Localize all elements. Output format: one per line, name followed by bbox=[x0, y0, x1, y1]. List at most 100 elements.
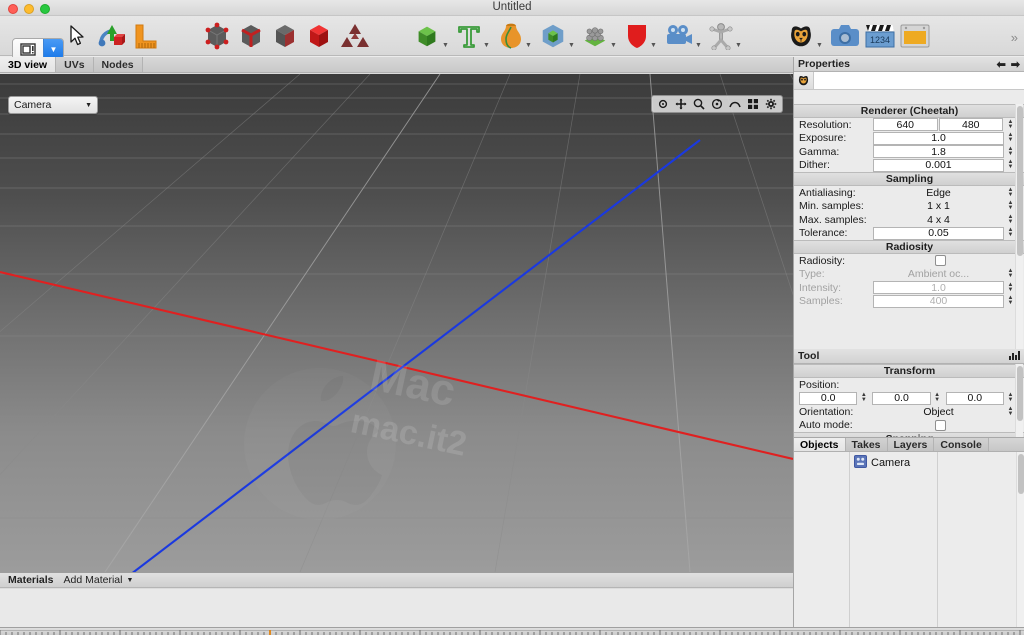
list-item[interactable]: Camera bbox=[850, 452, 937, 471]
tab-takes[interactable]: Takes bbox=[845, 438, 888, 451]
value-field[interactable]: 640 bbox=[873, 118, 938, 132]
value-field[interactable]: 1.0 bbox=[873, 281, 1004, 295]
value-field[interactable]: 480 bbox=[938, 118, 1003, 132]
add-particles[interactable]: ▼ bbox=[580, 20, 618, 52]
subdivide-tool[interactable] bbox=[338, 20, 372, 52]
tab-uvs[interactable]: UVs bbox=[56, 57, 94, 72]
stepper-control[interactable]: ▲ ▼ bbox=[1006, 159, 1015, 172]
object-mode[interactable] bbox=[302, 20, 336, 52]
orbit-icon[interactable] bbox=[655, 96, 671, 112]
render-still[interactable] bbox=[828, 20, 862, 52]
chevron-down-icon[interactable]: ▼ bbox=[85, 102, 92, 109]
value-field[interactable]: 0.05 bbox=[873, 226, 1004, 240]
add-shield[interactable]: ▼ bbox=[622, 20, 660, 52]
popup-value[interactable]: Object bbox=[873, 405, 1004, 418]
text-t-icon bbox=[458, 26, 480, 48]
chevron-down-icon[interactable]: ▼ bbox=[483, 42, 490, 49]
stepper-control[interactable]: ▲ ▼ bbox=[1006, 281, 1015, 294]
nav-back-icon[interactable]: ⬅ bbox=[997, 58, 1006, 71]
chevron-down-icon[interactable]: ▼ bbox=[695, 42, 702, 49]
popup-value[interactable]: Edge bbox=[873, 186, 1004, 199]
popup-stepper-icon[interactable]: ▲ ▼ bbox=[1006, 200, 1015, 213]
popup-value[interactable]: 1 x 1 bbox=[873, 200, 1004, 213]
properties-scroll-thumb[interactable] bbox=[1017, 106, 1023, 256]
value-field[interactable]: 0.001 bbox=[873, 158, 1004, 172]
camera-select[interactable]: Camera ▼ bbox=[8, 96, 98, 114]
chevron-down-icon[interactable]: ▼ bbox=[442, 42, 449, 49]
measure-tool[interactable] bbox=[128, 20, 164, 52]
tool-scrollbar[interactable] bbox=[1015, 364, 1023, 437]
checkbox[interactable] bbox=[934, 419, 946, 431]
tool-bars-icon[interactable] bbox=[1009, 350, 1021, 363]
objects-scroll-thumb[interactable] bbox=[1018, 454, 1024, 494]
nav-forward-icon[interactable]: ➡ bbox=[1011, 58, 1020, 71]
arc-icon[interactable] bbox=[727, 96, 743, 112]
pan-icon[interactable] bbox=[673, 96, 689, 112]
window-icon[interactable] bbox=[13, 39, 43, 59]
add-primitive[interactable]: ▼ bbox=[412, 20, 450, 52]
polygon-mode[interactable] bbox=[268, 20, 302, 52]
tab-3d-view[interactable]: 3D view bbox=[0, 57, 57, 72]
zoom-icon[interactable] bbox=[691, 96, 707, 112]
chevron-down-icon[interactable]: ▼ bbox=[650, 42, 657, 49]
tab-nodes[interactable]: Nodes bbox=[93, 57, 143, 72]
toolbar-overflow-button[interactable]: » bbox=[1011, 30, 1018, 45]
add-camera[interactable]: ▼ bbox=[664, 20, 702, 52]
properties-object-row[interactable] bbox=[794, 72, 1024, 90]
value-field[interactable]: 400 bbox=[873, 294, 1004, 308]
grid-icon[interactable] bbox=[745, 96, 761, 112]
stepper-control[interactable]: ▲ ▼ bbox=[1006, 295, 1015, 308]
rotate-icon[interactable] bbox=[709, 96, 725, 112]
vertex-mode[interactable] bbox=[200, 20, 234, 52]
stepper-control[interactable]: ▲ ▼ bbox=[859, 392, 868, 405]
render-window[interactable] bbox=[898, 20, 932, 52]
value-field[interactable]: 0.0 bbox=[799, 391, 858, 405]
chevron-down-icon[interactable]: ▼ bbox=[735, 42, 742, 49]
chevron-down-icon[interactable]: ▼ bbox=[525, 42, 532, 49]
add-lathe[interactable]: ▼ bbox=[496, 20, 534, 52]
gear-icon[interactable] bbox=[763, 96, 779, 112]
value-field[interactable]: 1.8 bbox=[873, 145, 1004, 159]
render-animation[interactable]: 1234 bbox=[862, 20, 898, 52]
add-text[interactable]: ▼ bbox=[454, 20, 492, 52]
window-titlebar: Untitled bbox=[0, 0, 1024, 16]
add-rig[interactable]: ▼ bbox=[706, 20, 744, 52]
timeline-ruler[interactable] bbox=[0, 627, 1024, 635]
stepper-control[interactable]: ▲ ▼ bbox=[1006, 145, 1015, 158]
objects-browser[interactable]: Camera bbox=[794, 452, 1024, 635]
render-cheetah[interactable]: ▼ bbox=[786, 20, 824, 52]
popup-stepper-icon[interactable]: ▲ ▼ bbox=[1006, 405, 1015, 418]
popup-value[interactable]: 4 x 4 bbox=[873, 213, 1004, 226]
value-field[interactable]: 0.0 bbox=[872, 391, 931, 405]
add-material-button[interactable]: Add Material ▼ bbox=[64, 574, 134, 586]
property-label: Intensity: bbox=[799, 281, 842, 294]
value-field[interactable]: 0.0 bbox=[945, 391, 1004, 405]
chevron-down-icon[interactable]: ▼ bbox=[126, 577, 133, 584]
edge-mode[interactable] bbox=[234, 20, 268, 52]
tool-scroll-thumb[interactable] bbox=[1017, 366, 1023, 421]
chevron-down-icon[interactable]: ▼ bbox=[568, 42, 575, 49]
add-boolean[interactable]: ▼ bbox=[538, 20, 576, 52]
stepper-control[interactable]: ▲ ▼ bbox=[1006, 132, 1015, 145]
group-header: Renderer (Cheetah) bbox=[794, 104, 1024, 118]
popup-stepper-icon[interactable]: ▲ ▼ bbox=[1006, 213, 1015, 226]
chevron-down-icon[interactable]: ▼ bbox=[610, 42, 617, 49]
stepper-control[interactable]: ▲ ▼ bbox=[1006, 118, 1015, 131]
move-tool[interactable] bbox=[94, 20, 128, 52]
tab-layers[interactable]: Layers bbox=[887, 438, 935, 451]
popup-value[interactable]: Ambient oc... bbox=[873, 268, 1004, 281]
properties-scrollbar[interactable] bbox=[1015, 104, 1023, 349]
popup-stepper-icon[interactable]: ▲ ▼ bbox=[1006, 268, 1015, 281]
3d-viewport[interactable]: Mac mac.it2 Camera ▼ bbox=[0, 74, 793, 572]
tab-objects[interactable]: Objects bbox=[794, 438, 846, 451]
stepper-control[interactable]: ▲ ▼ bbox=[933, 392, 942, 405]
chevron-down-icon[interactable]: ▼ bbox=[816, 42, 823, 49]
stepper-control[interactable]: ▲ ▼ bbox=[1006, 227, 1015, 240]
select-tool[interactable] bbox=[60, 20, 94, 52]
value-field[interactable]: 1.0 bbox=[873, 131, 1004, 145]
checkbox[interactable] bbox=[934, 255, 946, 267]
stepper-control[interactable]: ▲ ▼ bbox=[1006, 392, 1015, 405]
objects-scrollbar[interactable] bbox=[1016, 452, 1024, 635]
tab-console[interactable]: Console bbox=[934, 438, 989, 451]
popup-stepper-icon[interactable]: ▲ ▼ bbox=[1006, 186, 1015, 199]
